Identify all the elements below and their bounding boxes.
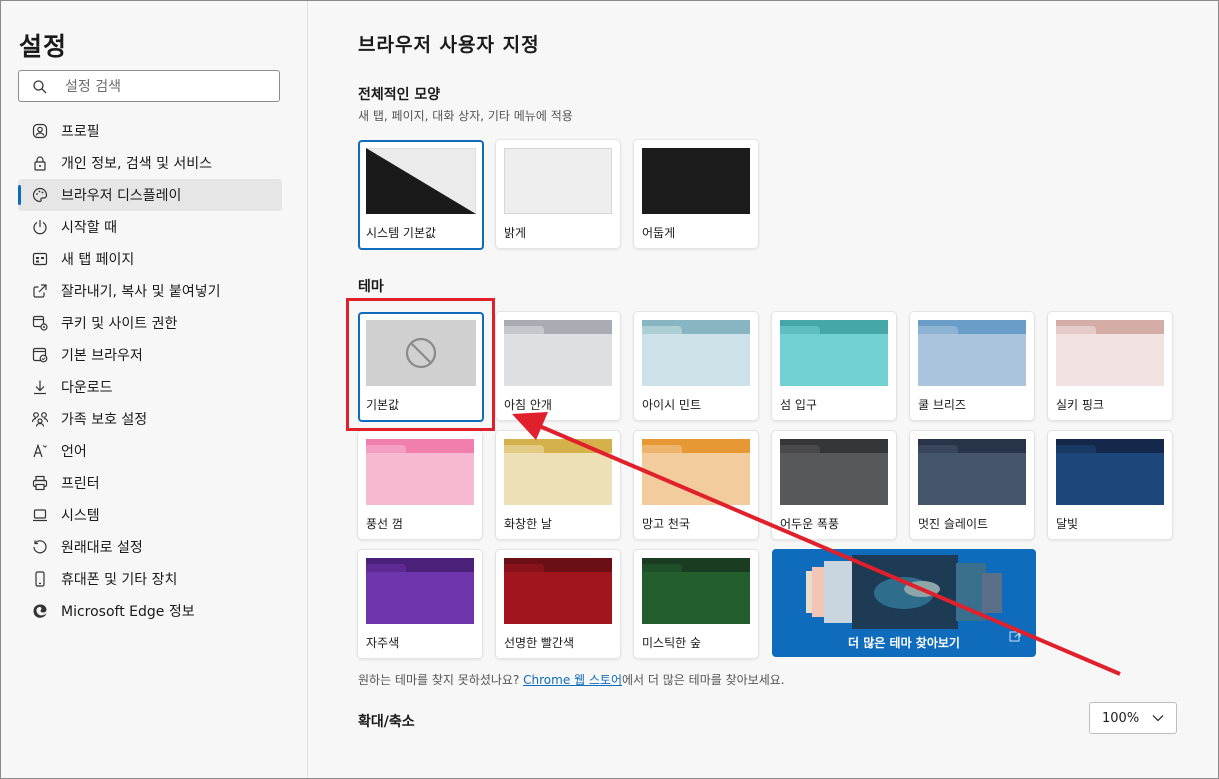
- annotation-arrow: [512, 412, 1121, 676]
